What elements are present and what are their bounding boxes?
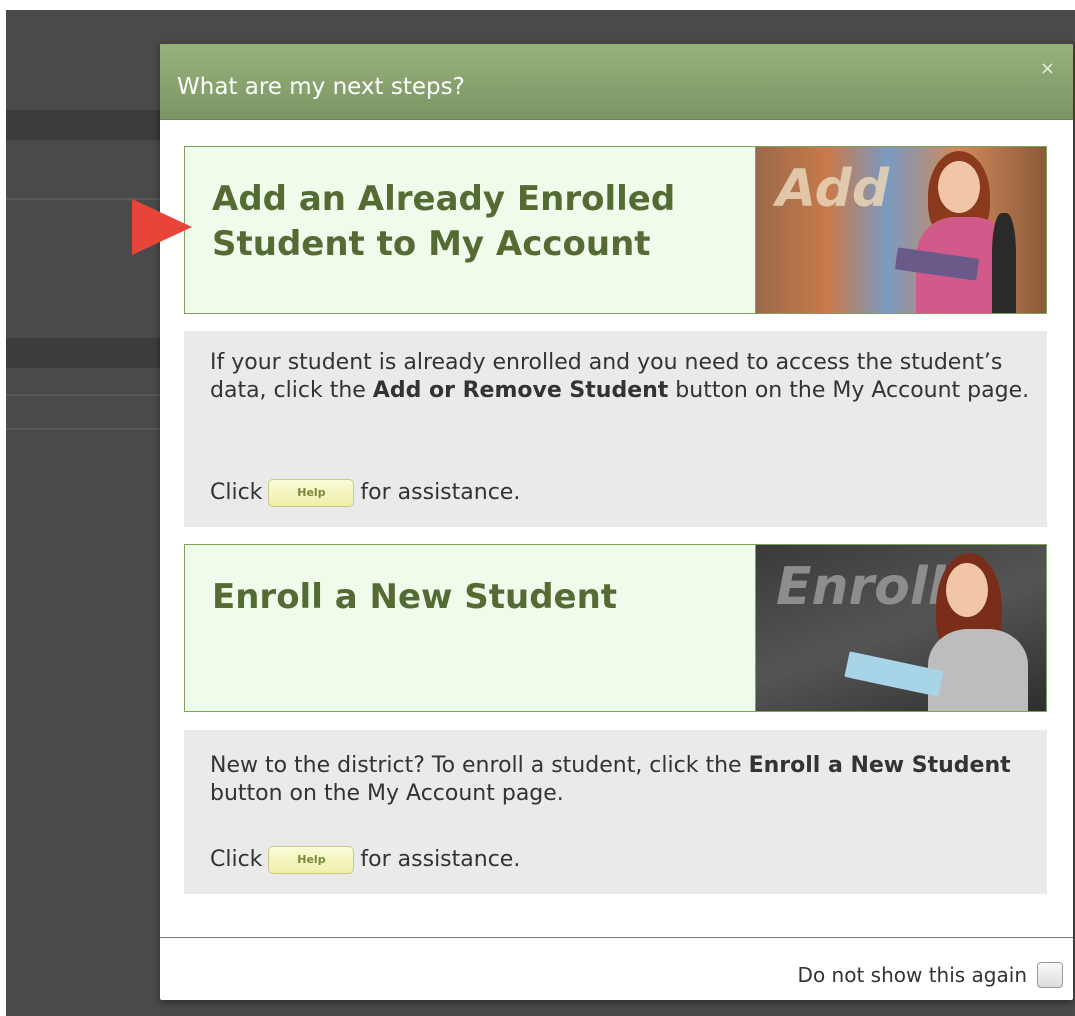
click-label: Click (210, 480, 263, 505)
next-steps-dialog: What are my next steps? × Add an Already… (160, 44, 1073, 1000)
card-title: Enroll a New Student (212, 575, 732, 620)
pointer-arrow-icon (132, 199, 192, 255)
info-bold-text: Enroll a New Student (748, 753, 1011, 778)
background-bar (6, 110, 166, 140)
info-text: If your student is already enrolled and … (210, 350, 1030, 403)
info-text: New to the district? To enroll a student… (210, 753, 1011, 806)
dialog-header: What are my next steps? × (160, 44, 1073, 120)
card-title-line: Enroll a New Student (212, 577, 618, 617)
background-divider (6, 394, 166, 396)
background-divider (6, 428, 166, 430)
enroll-student-card[interactable]: Enroll a New Student Enroll (184, 544, 1047, 712)
background-bar (6, 338, 166, 368)
card-title-line: Student to My Account (212, 224, 651, 264)
assist-label: for assistance. (360, 847, 521, 872)
help-button[interactable]: Help (268, 846, 355, 874)
close-icon[interactable]: × (1040, 58, 1055, 79)
click-label: Click (210, 847, 263, 872)
student-with-book-image: Add (755, 147, 1046, 313)
help-line: Click Help for assistance. (210, 846, 520, 874)
add-student-card[interactable]: Add an Already Enrolled Student to My Ac… (184, 146, 1047, 314)
enroll-student-info: New to the district? To enroll a student… (184, 730, 1047, 894)
assist-label: for assistance. (360, 480, 521, 505)
dialog-title: What are my next steps? (177, 74, 465, 100)
student-chalkboard-image: Enroll (755, 545, 1046, 711)
footer-divider (160, 937, 1073, 938)
image-word: Enroll (776, 557, 946, 617)
info-bold-text: Add or Remove Student (372, 378, 669, 403)
help-button[interactable]: Help (268, 479, 355, 507)
help-line: Click Help for assistance. (210, 479, 520, 507)
card-title: Add an Already Enrolled Student to My Ac… (212, 177, 732, 267)
dont-show-again-label: Do not show this again (797, 963, 1027, 987)
card-title-line: Add an Already Enrolled (212, 179, 676, 219)
add-student-info: If your student is already enrolled and … (184, 331, 1047, 527)
dont-show-again-checkbox[interactable] (1037, 962, 1063, 988)
image-word: Add (776, 159, 890, 219)
